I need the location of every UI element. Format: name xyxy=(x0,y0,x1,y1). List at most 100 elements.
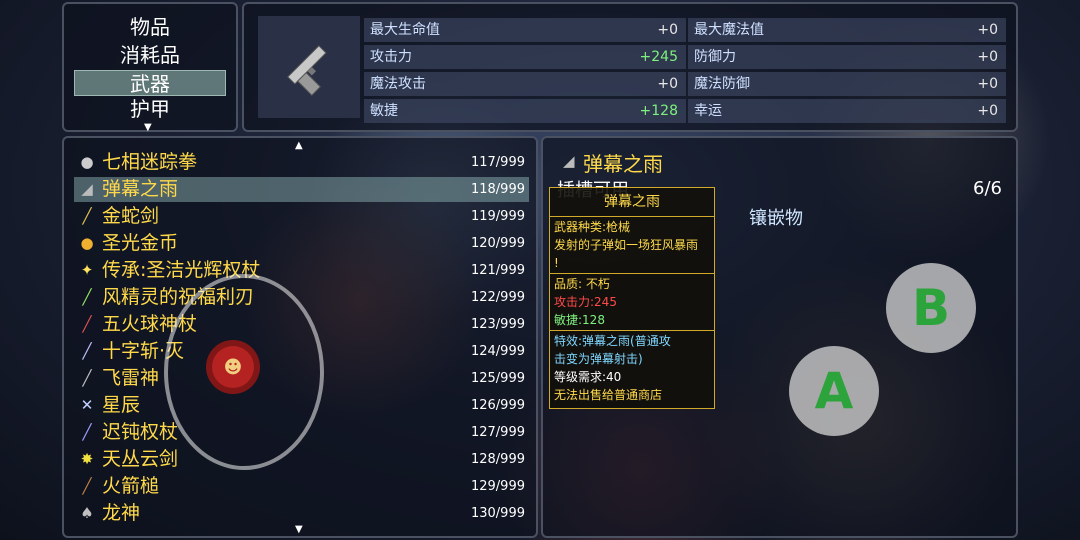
stat-label: 攻击力 xyxy=(370,49,412,65)
item-count: 123/999 xyxy=(470,317,525,332)
stat-value: +0 xyxy=(977,49,998,65)
inlay-label[interactable]: 镶嵌物 xyxy=(749,204,803,230)
weapon-type: 武器种类:枪械 xyxy=(554,220,631,234)
description-end: ! xyxy=(554,256,559,270)
category-menu: 物品 消耗品 武器 护甲 ▼ xyxy=(62,2,238,133)
coin-icon: ● xyxy=(80,234,94,252)
sword-icon: ╱ xyxy=(82,207,92,225)
item-name: 飞雷神 xyxy=(102,367,160,389)
item-count: 119/999 xyxy=(470,209,525,224)
item-count: 122/999 xyxy=(470,290,525,305)
stat-value: +0 xyxy=(977,22,998,38)
pistol-icon xyxy=(287,45,327,96)
category-consumables[interactable]: 消耗品 xyxy=(74,42,226,68)
joystick-thumb[interactable]: ☻ xyxy=(206,340,260,394)
item-row[interactable]: ● 圣光金币 120/999 xyxy=(74,231,529,256)
item-count: 127/999 xyxy=(470,425,525,440)
stat-defense: 防御力 +0 xyxy=(688,45,1006,69)
gun-icon: ◢ xyxy=(563,152,575,170)
item-row[interactable]: ✦ 传承:圣洁光辉权杖 121/999 xyxy=(74,258,529,283)
stat-agility: 敏捷 +128 xyxy=(364,99,686,123)
sword-icon: ╱ xyxy=(82,342,92,360)
category-items[interactable]: 物品 xyxy=(74,14,226,40)
item-name: 天丛云剑 xyxy=(102,448,179,470)
item-row[interactable]: ╱ 火箭槌 129/999 xyxy=(74,474,529,499)
scepter-icon: ✦ xyxy=(80,261,94,279)
detail-title: 弹幕之雨 xyxy=(583,152,663,176)
stat-label: 最大魔法值 xyxy=(694,22,764,38)
gun-icon: ◢ xyxy=(81,180,93,198)
stat-max-mp: 最大魔法值 +0 xyxy=(688,18,1006,42)
tooltip-description: 武器种类:枪械 发射的子弹如一场狂风暴雨 ! xyxy=(550,217,714,274)
item-count: 120/999 xyxy=(470,236,525,251)
tooltip-agility: 敏捷:128 xyxy=(554,313,605,327)
category-weapons[interactable]: 武器 xyxy=(74,70,226,96)
axe-icon: ♠ xyxy=(80,504,94,522)
stat-attack: 攻击力 +245 xyxy=(364,45,686,69)
stat-label: 魔法攻击 xyxy=(370,76,426,92)
blade-icon: ╱ xyxy=(82,288,92,306)
sword-icon: ✸ xyxy=(80,450,94,468)
stat-value: +0 xyxy=(657,22,678,38)
weapon-preview xyxy=(258,16,360,118)
stat-luck: 幸运 +0 xyxy=(688,99,1006,123)
quality: 品质: 不朽 xyxy=(554,277,610,291)
item-row[interactable]: ♠ 龙神 130/999 xyxy=(74,501,529,526)
stat-label: 最大生命值 xyxy=(370,22,440,38)
item-name: 星辰 xyxy=(102,394,141,416)
scroll-down-arrow-icon[interactable]: ▼ xyxy=(144,122,152,133)
item-count: 124/999 xyxy=(470,344,525,359)
item-name: 弹幕之雨 xyxy=(102,178,179,200)
item-count: 129/999 xyxy=(470,479,525,494)
stat-value: +245 xyxy=(639,49,678,65)
item-name: 七相迷踪拳 xyxy=(102,151,198,173)
effect-line-1: 特效:弹幕之雨(普通攻 xyxy=(554,334,671,348)
item-row[interactable]: ✸ 天丛云剑 128/999 xyxy=(74,447,529,472)
level-requirement: 等级需求:40 xyxy=(554,370,622,384)
item-row[interactable]: ● 七相迷踪拳 117/999 xyxy=(74,150,529,175)
item-row[interactable]: ╱ 金蛇剑 119/999 xyxy=(74,204,529,229)
stat-label: 敏捷 xyxy=(370,103,398,119)
character-avatar-icon: ☻ xyxy=(223,356,243,378)
staff-icon: ╱ xyxy=(82,315,92,333)
category-armor[interactable]: 护甲 xyxy=(74,96,226,122)
kunai-icon: ╱ xyxy=(82,369,92,387)
stat-magic-defense: 魔法防御 +0 xyxy=(688,72,1006,96)
stat-label: 防御力 xyxy=(694,49,736,65)
slot-count: 6/6 xyxy=(973,178,1002,199)
fist-icon: ● xyxy=(80,153,94,171)
stat-value: +0 xyxy=(977,76,998,92)
a-button[interactable]: A xyxy=(789,346,879,436)
tooltip-effect: 特效:弹幕之雨(普通攻 击变为弹幕射击) 等级需求:40 无法出售给普通商店 xyxy=(550,331,714,405)
item-count: 117/999 xyxy=(470,155,525,170)
item-name: 火箭槌 xyxy=(102,475,160,497)
description-text: 发射的子弹如一场狂风暴雨 xyxy=(554,238,699,252)
item-count: 128/999 xyxy=(470,452,525,467)
scroll-down-arrow-icon[interactable]: ▼ xyxy=(295,524,303,535)
item-count: 130/999 xyxy=(470,506,525,521)
stat-magic-attack: 魔法攻击 +0 xyxy=(364,72,686,96)
item-name: 圣光金币 xyxy=(102,232,179,254)
item-count: 121/999 xyxy=(470,263,525,278)
item-name: 迟钝权杖 xyxy=(102,421,179,443)
staff-icon: ╱ xyxy=(82,423,92,441)
stat-value: +0 xyxy=(977,103,998,119)
stat-label: 幸运 xyxy=(694,103,722,119)
item-count: 118/999 xyxy=(470,182,525,197)
tooltip-title: 弹幕之雨 xyxy=(550,188,714,217)
item-count: 126/999 xyxy=(470,398,525,413)
item-count: 125/999 xyxy=(470,371,525,386)
hammer-icon: ╱ xyxy=(82,477,92,495)
effect-line-2: 击变为弹幕射击) xyxy=(554,352,643,366)
stat-value: +0 xyxy=(657,76,678,92)
b-button[interactable]: B xyxy=(886,263,976,353)
item-name: 金蛇剑 xyxy=(102,205,160,227)
item-tooltip: 弹幕之雨 武器种类:枪械 发射的子弹如一场狂风暴雨 ! 品质: 不朽 攻击力:2… xyxy=(549,187,715,409)
stat-value: +128 xyxy=(639,103,678,119)
stat-max-hp: 最大生命值 +0 xyxy=(364,18,686,42)
sell-note: 无法出售给普通商店 xyxy=(554,388,663,402)
item-name: 龙神 xyxy=(102,502,141,524)
item-row[interactable]: ◢ 弹幕之雨 118/999 xyxy=(74,177,529,202)
stats-panel: 最大生命值 +0 最大魔法值 +0 攻击力 +245 防御力 +0 魔法攻击 +… xyxy=(242,2,1018,132)
tooltip-stats: 品质: 不朽 攻击力:245 敏捷:128 xyxy=(550,274,714,331)
